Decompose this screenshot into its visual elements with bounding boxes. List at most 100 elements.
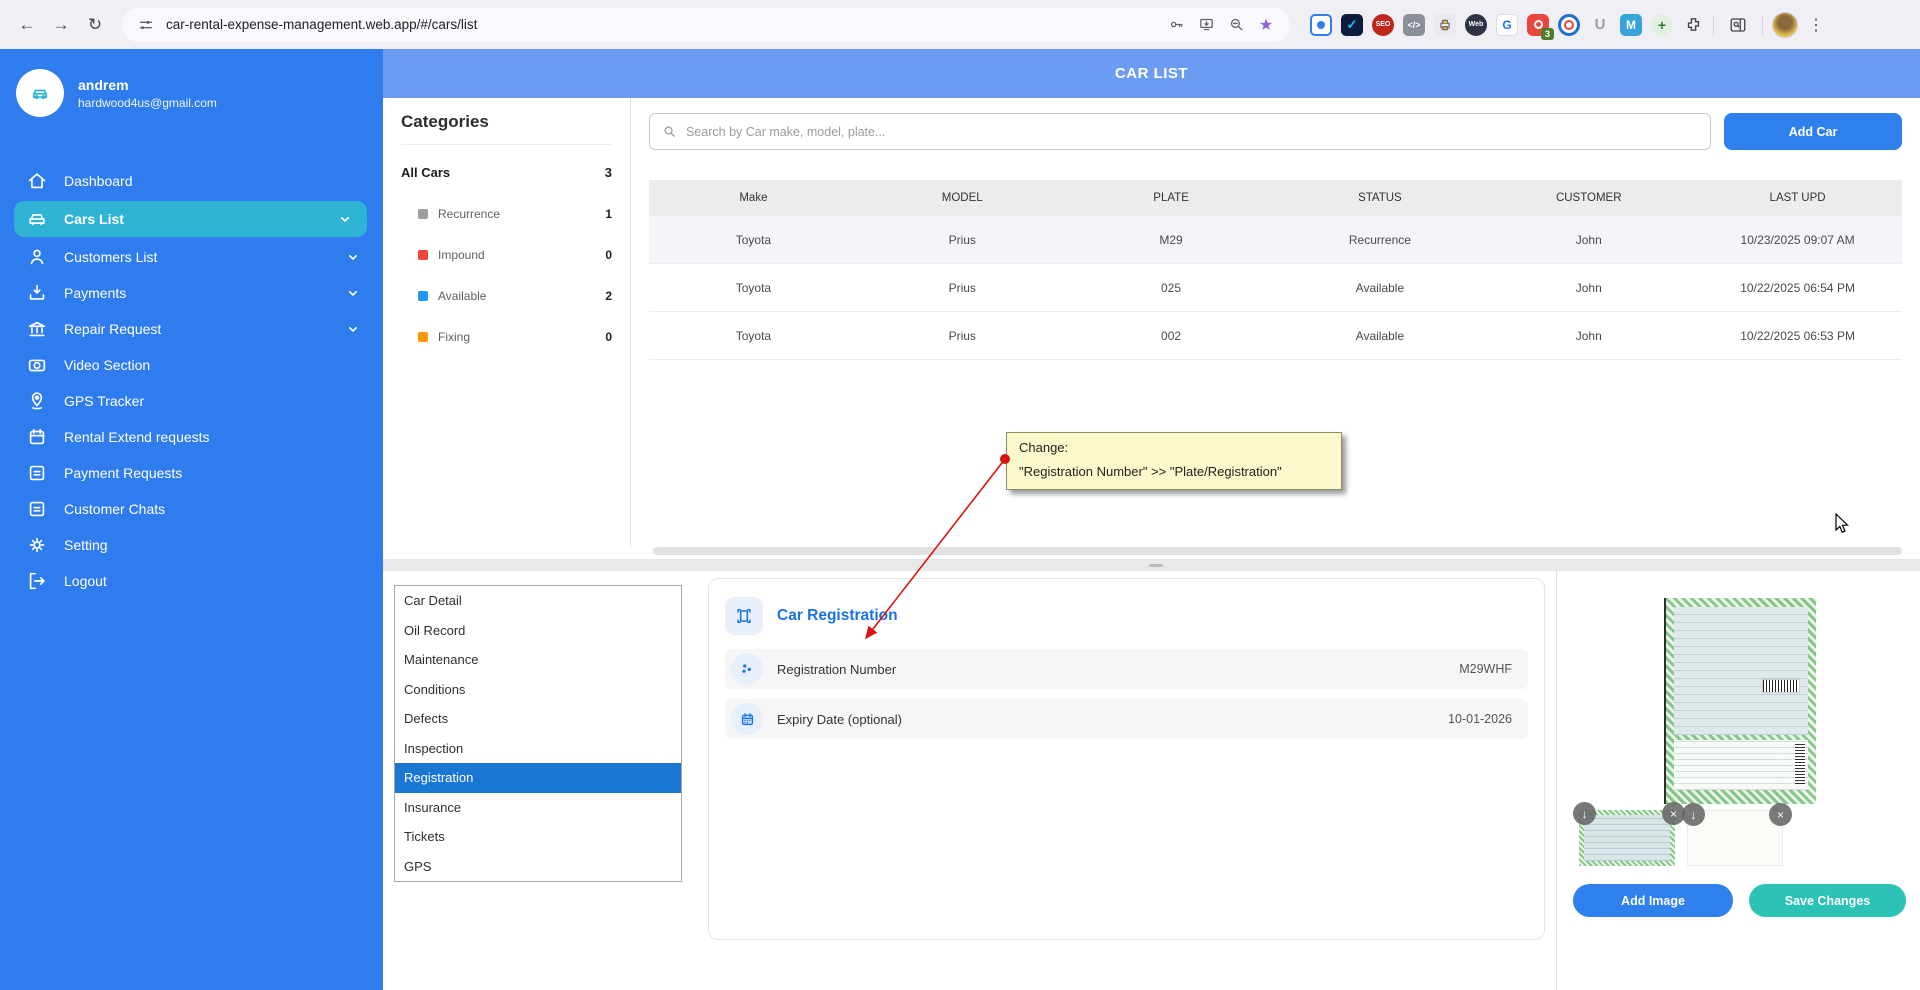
- category-recurrence[interactable]: Recurrence 1: [401, 207, 612, 221]
- sidebar-item-label: Payment Requests: [64, 465, 182, 481]
- browser-profile-avatar[interactable]: [1772, 12, 1798, 38]
- categories-title: Categories: [401, 112, 612, 145]
- m-extension-icon[interactable]: M: [1620, 14, 1642, 36]
- calendar-icon: [731, 703, 763, 735]
- expiry-date-row[interactable]: Expiry Date (optional) 10-01-2026: [725, 699, 1528, 739]
- seo-extension-icon[interactable]: SEO: [1372, 14, 1394, 36]
- search-box: [649, 113, 1711, 150]
- sidebar-item-video-section[interactable]: Video Section: [0, 347, 383, 383]
- sidebar-item-payment-requests[interactable]: Payment Requests: [0, 455, 383, 491]
- sidebar-item-dashboard[interactable]: Dashboard: [0, 163, 383, 199]
- download-image-icon[interactable]: ↓: [1573, 802, 1596, 825]
- menu-item-insurance[interactable]: Insurance: [395, 793, 681, 823]
- url-text[interactable]: car-rental-expense-management.web.app/#/…: [166, 17, 1156, 32]
- sidebar-item-repair-request[interactable]: Repair Request: [0, 311, 383, 347]
- table-header-row: Make MODEL PLATE STATUS CUSTOMER LAST UP…: [649, 180, 1902, 216]
- sidebar-item-logout[interactable]: Logout: [0, 563, 383, 599]
- menu-item-gps[interactable]: GPS: [395, 852, 681, 882]
- download-tray-icon: [26, 282, 48, 304]
- password-key-icon[interactable]: [1166, 15, 1186, 35]
- remove-image-icon[interactable]: ×: [1769, 803, 1792, 826]
- menu-item-defects[interactable]: Defects: [395, 704, 681, 734]
- zoom-out-icon[interactable]: [1226, 15, 1246, 35]
- menu-item-conditions[interactable]: Conditions: [395, 675, 681, 705]
- sidebar-item-customers-list[interactable]: Customers List: [0, 239, 383, 275]
- table-row[interactable]: ToyotaPrius002AvailableJohn10/22/2025 06…: [649, 312, 1902, 360]
- fixing-color-swatch: [418, 332, 428, 342]
- browser-back-icon[interactable]: ←: [12, 10, 42, 40]
- recorder-extension-icon[interactable]: 3: [1527, 14, 1549, 36]
- registration-document-preview[interactable]: [1664, 598, 1816, 804]
- u-extension-icon[interactable]: U: [1589, 14, 1611, 36]
- table-row[interactable]: ToyotaPriusM29RecurrenceJohn10/23/2025 0…: [649, 216, 1902, 264]
- menu-item-car-detail[interactable]: Car Detail: [395, 586, 681, 616]
- save-changes-button[interactable]: Save Changes: [1749, 884, 1906, 917]
- all-cars-count: 3: [605, 165, 612, 180]
- address-bar[interactable]: car-rental-expense-management.web.app/#/…: [122, 8, 1290, 42]
- categories-panel: Categories All Cars 3 Recurrence 1 Impou…: [383, 98, 631, 547]
- sidebar-item-customer-chats[interactable]: Customer Chats: [0, 491, 383, 527]
- chevron-down-icon[interactable]: [345, 285, 361, 301]
- side-panel-search-icon[interactable]: [1723, 10, 1753, 40]
- code-extension-icon[interactable]: </>: [1403, 14, 1425, 36]
- sidebar-item-label: Customer Chats: [64, 501, 165, 517]
- category-impound[interactable]: Impound 0: [401, 248, 612, 262]
- chevron-down-icon[interactable]: [345, 249, 361, 265]
- sidebar-item-payments[interactable]: Payments: [0, 275, 383, 311]
- extensions-puzzle-icon[interactable]: [1682, 14, 1704, 36]
- image-thumbnails: ↓ × ↓ ×: [1579, 810, 1783, 866]
- chevron-down-icon[interactable]: [337, 211, 353, 227]
- plus-extension-icon[interactable]: +: [1651, 14, 1673, 36]
- print-extension-icon[interactable]: [1434, 14, 1456, 36]
- sidebar-item-cars-list[interactable]: Cars List: [14, 201, 367, 237]
- add-car-button[interactable]: Add Car: [1724, 113, 1902, 150]
- car-detail-menu: Car Detail Oil Record Maintenance Condit…: [394, 585, 682, 882]
- sidebar-item-gps-tracker[interactable]: GPS Tracker: [0, 383, 383, 419]
- category-available[interactable]: Available 2: [401, 289, 612, 303]
- barcode: [1795, 744, 1805, 784]
- media-viewer-extension-icon[interactable]: [1310, 14, 1332, 36]
- menu-item-oil-record[interactable]: Oil Record: [395, 616, 681, 646]
- toolbar-divider: [1713, 15, 1714, 35]
- registration-number-label: Registration Number: [777, 662, 896, 677]
- search-input[interactable]: [686, 125, 1698, 139]
- cars-table: Make MODEL PLATE STATUS CUSTOMER LAST UP…: [649, 180, 1902, 360]
- category-all-cars[interactable]: All Cars 3: [401, 165, 612, 180]
- panel-splitter[interactable]: [383, 559, 1920, 571]
- download-image-icon[interactable]: ↓: [1682, 803, 1705, 826]
- bank-icon: [26, 318, 48, 340]
- install-app-icon[interactable]: [1196, 15, 1216, 35]
- menu-item-maintenance[interactable]: Maintenance: [395, 645, 681, 675]
- translate-extension-icon[interactable]: G: [1496, 14, 1518, 36]
- splitter-handle[interactable]: [1149, 564, 1163, 567]
- category-fixing[interactable]: Fixing 0: [401, 330, 612, 344]
- table-row[interactable]: ToyotaPrius025AvailableJohn10/22/2025 06…: [649, 264, 1902, 312]
- sidebar-item-rental-extend-requests[interactable]: Rental Extend requests: [0, 419, 383, 455]
- browser-forward-icon[interactable]: →: [46, 10, 76, 40]
- user-avatar[interactable]: [16, 69, 64, 117]
- registration-image-panel: ↓ × ↓ × Add Image Save Changes: [1557, 571, 1920, 990]
- checkmark-extension-icon[interactable]: ✓: [1341, 14, 1363, 36]
- browser-reload-icon[interactable]: ↻: [80, 10, 110, 40]
- horizontal-scrollbar[interactable]: [653, 547, 1902, 555]
- document-thumbnail[interactable]: ↓ ×: [1687, 810, 1783, 866]
- menu-item-tickets[interactable]: Tickets: [395, 822, 681, 852]
- document-thumbnail[interactable]: ↓ ×: [1579, 810, 1675, 866]
- sidebar-item-label: Cars List: [64, 211, 124, 227]
- bookmark-star-icon[interactable]: ★: [1256, 15, 1276, 35]
- site-settings-icon[interactable]: [136, 15, 156, 35]
- add-image-button[interactable]: Add Image: [1573, 884, 1733, 917]
- chevron-down-icon[interactable]: [345, 321, 361, 337]
- document-icon: [26, 462, 48, 484]
- ring-extension-icon[interactable]: [1558, 14, 1580, 36]
- menu-item-registration[interactable]: Registration: [395, 763, 681, 793]
- all-cars-label: All Cars: [401, 165, 450, 180]
- menu-item-inspection[interactable]: Inspection: [395, 734, 681, 764]
- web-extension-icon[interactable]: Web: [1465, 14, 1487, 36]
- registration-number-row[interactable]: Registration Number M29WHF: [725, 649, 1528, 689]
- extensions-row: ✓ SEO </> Web G 3 U M +: [1310, 14, 1704, 36]
- browser-menu-icon[interactable]: ⋮: [1802, 15, 1830, 35]
- sidebar-item-setting[interactable]: Setting: [0, 527, 383, 563]
- person-icon: [26, 246, 48, 268]
- col-customer: CUSTOMER: [1484, 192, 1693, 204]
